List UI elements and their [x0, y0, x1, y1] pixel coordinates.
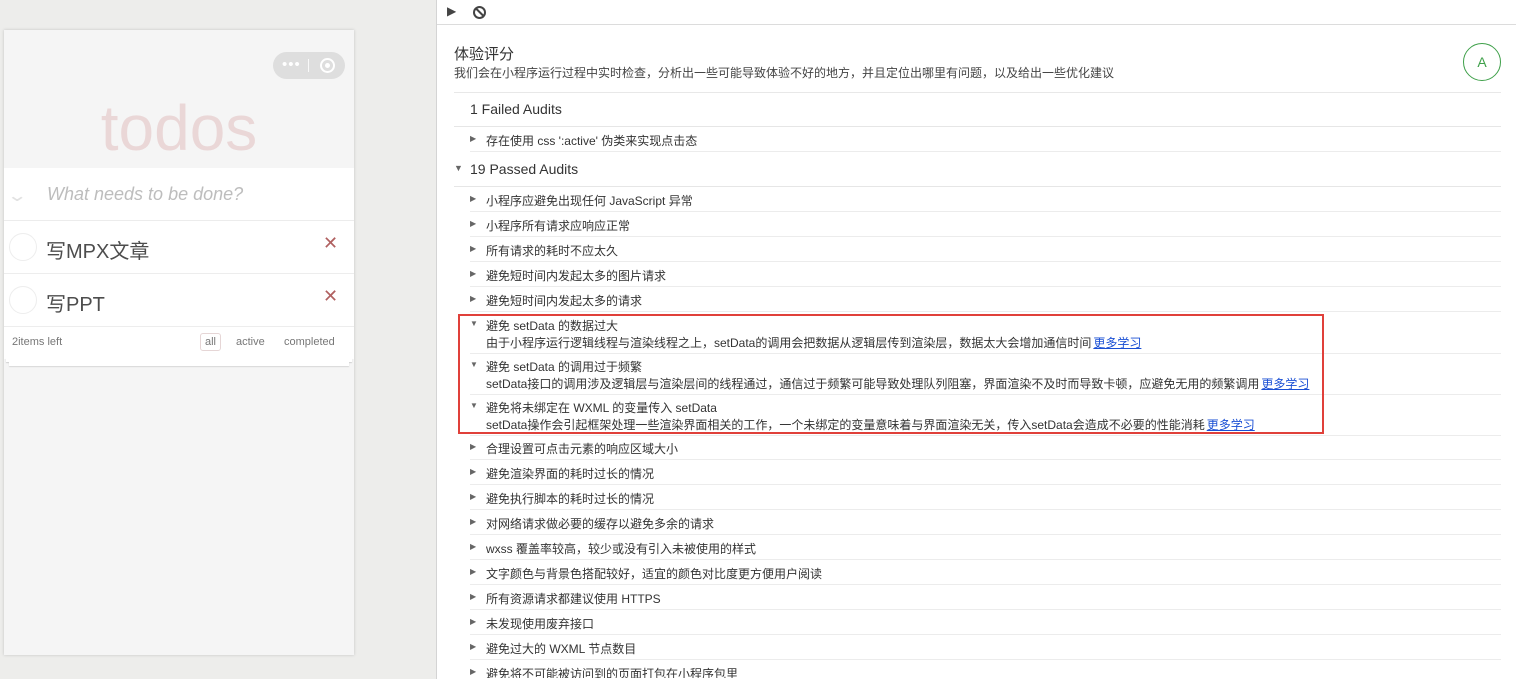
audits-panel: ▶ 体验评分 我们会在小程序运行过程中实时检查，分析出一些可能导致体验不好的地方…: [436, 0, 1516, 679]
filter-completed[interactable]: completed: [279, 333, 340, 351]
audit-item-label: 避免渲染界面的耗时过长的情况: [486, 467, 655, 481]
audit-item-label: 避免短时间内发起太多的图片请求: [486, 269, 667, 283]
chevron-right-icon: ▶: [470, 642, 477, 651]
audit-item-label: wxss 覆盖率较高，较少或没有引入未被使用的样式: [486, 542, 757, 556]
menu-capsule[interactable]: •••: [273, 52, 345, 79]
filter-active[interactable]: active: [231, 333, 270, 351]
audit-item[interactable]: ▶ 未发现使用废弃接口: [470, 610, 1501, 635]
simulator-screen: ••• todos ⌄ What needs to be done? 写MPX文…: [4, 30, 354, 655]
highlight-box: [458, 314, 1324, 434]
new-todo-input[interactable]: What needs to be done?: [47, 184, 243, 205]
audit-item[interactable]: ▶ 避免执行脚本的耗时过长的情况: [470, 485, 1501, 510]
group-label: 19 Passed Audits: [470, 161, 579, 177]
filter-all[interactable]: all: [200, 333, 222, 351]
new-todo-row: ⌄ What needs to be done?: [4, 168, 354, 221]
audit-item-label: 避免过大的 WXML 节点数目: [486, 642, 637, 656]
close-target-icon[interactable]: [320, 58, 335, 73]
audit-item[interactable]: ▶ 文字颜色与背景色搭配较好，适宜的颜色对比度更方便用户阅读: [470, 560, 1501, 585]
chevron-right-icon: ▶: [470, 442, 477, 451]
chevron-right-icon: ▶: [470, 492, 477, 501]
chevron-down-icon: ▼: [454, 163, 463, 173]
toggle-all-icon[interactable]: ⌄: [6, 186, 27, 206]
group-label: 1 Failed Audits: [470, 101, 562, 117]
chevron-right-icon: ▶: [470, 617, 477, 626]
todo-item: 写MPX文章 ✕: [4, 221, 354, 274]
chevron-right-icon: ▶: [470, 517, 477, 526]
audit-item[interactable]: ▶ wxss 覆盖率较高，较少或没有引入未被使用的样式: [470, 535, 1501, 560]
panel-toolbar: ▶: [437, 0, 1516, 25]
chevron-right-icon: ▶: [470, 294, 477, 303]
todo-item: 写PPT ✕: [4, 274, 354, 327]
items-left-count: 2items left: [12, 336, 63, 348]
audit-item-label: 未发现使用废弃接口: [486, 617, 595, 631]
todo-checkbox[interactable]: [9, 286, 37, 314]
ban-icon[interactable]: [473, 6, 486, 19]
passed-audits-group[interactable]: ▼ 19 Passed Audits: [454, 153, 1501, 187]
audit-item-label: 所有请求的耗时不应太久: [486, 244, 619, 258]
audit-item-label: 避免短时间内发起太多的请求: [486, 294, 643, 308]
audit-item-label: 避免执行脚本的耗时过长的情况: [486, 492, 655, 506]
audit-item[interactable]: ▶ 避免过大的 WXML 节点数目: [470, 635, 1501, 660]
todo-text[interactable]: 写PPT: [46, 288, 105, 317]
chevron-right-icon: ▶: [470, 542, 477, 551]
chevron-right-icon: ▶: [470, 244, 477, 253]
todo-checkbox[interactable]: [9, 233, 37, 261]
todo-list: ⌄ What needs to be done? 写MPX文章 ✕ 写PPT ✕…: [4, 168, 354, 359]
capsule-divider: [308, 59, 309, 72]
chevron-right-icon: ▶: [470, 134, 477, 143]
chevron-right-icon: ▶: [470, 667, 477, 676]
list-stack-shadow: [9, 362, 349, 366]
play-icon[interactable]: ▶: [447, 4, 456, 18]
audit-title: 体验评分: [454, 46, 515, 63]
audit-item[interactable]: ▶ 小程序应避免出现任何 JavaScript 异常: [470, 187, 1501, 212]
chevron-right-icon: ▶: [470, 269, 477, 278]
audit-item-label: 存在使用 css ':active' 伪类来实现点击态: [486, 134, 698, 148]
chevron-right-icon: ▶: [470, 194, 477, 203]
audit-item-label: 避免将不可能被访问到的页面打包在小程序包里: [486, 667, 739, 678]
audit-item-label: 对网络请求做必要的缓存以避免多余的请求: [486, 517, 715, 531]
audit-item[interactable]: ▶ 小程序所有请求应响应正常: [470, 212, 1501, 237]
todo-footer: 2items left all active completed: [4, 327, 354, 359]
todo-text[interactable]: 写MPX文章: [46, 235, 149, 264]
chevron-right-icon: ▶: [470, 592, 477, 601]
audit-item-label: 小程序应避免出现任何 JavaScript 异常: [486, 194, 693, 208]
delete-icon[interactable]: ✕: [323, 286, 338, 307]
audit-item-label: 文字颜色与背景色搭配较好，适宜的颜色对比度更方便用户阅读: [486, 567, 823, 581]
audit-item[interactable]: ▶ 所有资源请求都建议使用 HTTPS: [470, 585, 1501, 610]
audit-item[interactable]: ▶ 避免渲染界面的耗时过长的情况: [470, 460, 1501, 485]
app-title: todos: [100, 92, 258, 164]
chevron-right-icon: ▶: [470, 219, 477, 228]
audit-item[interactable]: ▶ 所有请求的耗时不应太久: [470, 237, 1501, 262]
audit-item[interactable]: ▶ 避免将不可能被访问到的页面打包在小程序包里: [470, 660, 1501, 678]
audit-item-label: 小程序所有请求应响应正常: [486, 219, 631, 233]
chevron-right-icon: ▶: [470, 567, 477, 576]
audit-item[interactable]: ▶ 合理设置可点击元素的响应区域大小: [470, 435, 1501, 460]
failed-audits-group[interactable]: 1 Failed Audits: [454, 93, 1501, 127]
audit-item[interactable]: ▶ 避免短时间内发起太多的请求: [470, 287, 1501, 312]
audit-item-label: 合理设置可点击元素的响应区域大小: [486, 442, 679, 456]
audit-item[interactable]: ▶ 存在使用 css ':active' 伪类来实现点击态: [470, 127, 1501, 152]
audit-item[interactable]: ▶ 对网络请求做必要的缓存以避免多余的请求: [470, 510, 1501, 535]
more-icon[interactable]: •••: [282, 56, 301, 74]
audit-description: 我们会在小程序运行过程中实时检查，分析出一些可能导致体验不好的地方，并且定位出哪…: [454, 66, 1115, 80]
audit-item-label: 所有资源请求都建议使用 HTTPS: [486, 592, 661, 606]
chevron-right-icon: ▶: [470, 467, 477, 476]
grade-badge: A: [1463, 43, 1501, 81]
audit-item[interactable]: ▶ 避免短时间内发起太多的图片请求: [470, 262, 1501, 287]
delete-icon[interactable]: ✕: [323, 233, 338, 254]
